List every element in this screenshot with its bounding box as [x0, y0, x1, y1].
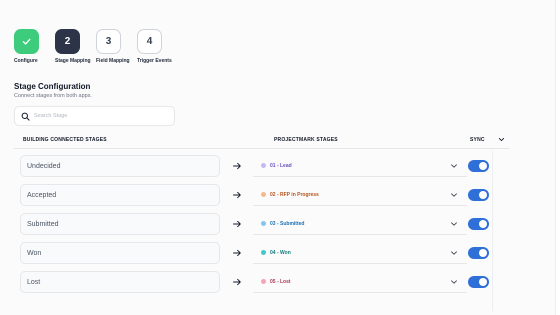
- stage-color-dot: [261, 221, 266, 226]
- arrow-right-icon: [233, 162, 241, 170]
- search-box[interactable]: [14, 106, 175, 126]
- target-stage-select[interactable]: 05 - Lost: [253, 271, 467, 293]
- table-row: Submitted 03 - Submitted: [14, 209, 510, 238]
- target-stage-select[interactable]: 04 - Won: [253, 242, 467, 264]
- source-stage-field[interactable]: Won: [20, 242, 220, 264]
- stage-color-dot: [261, 279, 266, 284]
- step-circle: [14, 29, 39, 54]
- target-stage-label: 04 - Won: [270, 249, 291, 256]
- arrow-right-icon: [233, 220, 241, 228]
- chevron-down-icon: [451, 222, 457, 226]
- search-icon: [20, 111, 31, 122]
- step-number: 4: [137, 29, 162, 54]
- target-stage-label: 05 - Lost: [270, 278, 291, 285]
- toggle-knob: [479, 278, 487, 286]
- sync-toggle[interactable]: [468, 160, 489, 172]
- step-field-mapping[interactable]: 3 Field Mapping: [96, 29, 136, 64]
- step-label: Configure: [14, 58, 38, 64]
- step-configure[interactable]: Configure: [14, 29, 54, 64]
- target-stage-label: 03 - Submitted: [270, 220, 305, 227]
- table-row: Lost 05 - Lost: [14, 267, 510, 296]
- table-row: Undecided 01 - Lead: [14, 151, 510, 180]
- chevron-down-icon: [451, 280, 457, 284]
- arrow-right-icon: [233, 249, 241, 257]
- divider: [492, 151, 493, 311]
- source-stage-field[interactable]: Lost: [20, 271, 220, 293]
- target-stage-select[interactable]: 02 - RFP in Progress: [253, 184, 467, 206]
- table-header: BUILDING CONNECTED STAGES PROJECTMARK ST…: [14, 130, 510, 149]
- table-row: Won 04 - Won: [14, 238, 510, 267]
- check-icon: [22, 38, 31, 45]
- integration-panel: Configure 2 Stage Mapping 3 Field Mappin…: [0, 0, 556, 315]
- table-row: Accepted 02 - RFP in Progress: [14, 180, 510, 209]
- source-stage-field[interactable]: Accepted: [20, 184, 220, 206]
- step-stage-mapping[interactable]: 2 Stage Mapping: [55, 29, 95, 64]
- section-title: Stage Configuration: [14, 82, 91, 91]
- sync-toggle[interactable]: [468, 218, 489, 230]
- section-subtitle: Connect stages from both apps.: [14, 93, 92, 99]
- toggle-knob: [479, 249, 487, 257]
- arrow-right-icon: [233, 191, 241, 199]
- step-label: Stage Mapping: [55, 58, 91, 64]
- stage-color-dot: [261, 163, 266, 168]
- stepper: Configure 2 Stage Mapping 3 Field Mappin…: [14, 29, 178, 64]
- chevron-down-icon: [451, 164, 457, 168]
- source-stage-field[interactable]: Undecided: [20, 155, 220, 177]
- stage-color-dot: [261, 250, 266, 255]
- target-stage-label: 01 - Lead: [270, 162, 292, 169]
- target-stage-select[interactable]: 01 - Lead: [253, 155, 467, 177]
- search-input[interactable]: [34, 113, 164, 119]
- sync-toggle[interactable]: [468, 189, 489, 201]
- step-number: 3: [96, 29, 121, 54]
- stage-color-dot: [261, 192, 266, 197]
- target-stage-label: 02 - RFP in Progress: [270, 191, 319, 198]
- sync-toggle[interactable]: [468, 276, 489, 288]
- step-trigger-events[interactable]: 4 Trigger Events: [137, 29, 177, 64]
- chevron-down-icon: [451, 193, 457, 197]
- chevron-down-icon[interactable]: [497, 135, 506, 144]
- toggle-knob: [479, 162, 487, 170]
- step-label: Trigger Events: [137, 58, 172, 64]
- target-stage-select[interactable]: 03 - Submitted: [253, 213, 467, 235]
- source-stage-field[interactable]: Submitted: [20, 213, 220, 235]
- chevron-down-icon: [451, 251, 457, 255]
- step-number: 2: [55, 29, 80, 54]
- column-header-target: PROJECTMARK STAGES: [274, 137, 338, 143]
- toggle-knob: [479, 191, 487, 199]
- arrow-right-icon: [233, 278, 241, 286]
- stage-mapping-list: Undecided 01 - Lead Accepted 02 - RFP in…: [14, 151, 510, 296]
- sync-toggle[interactable]: [468, 247, 489, 259]
- step-label: Field Mapping: [96, 58, 130, 64]
- toggle-knob: [479, 220, 487, 228]
- column-header-sync: SYNC: [470, 137, 485, 143]
- column-header-source: BUILDING CONNECTED STAGES: [23, 137, 107, 143]
